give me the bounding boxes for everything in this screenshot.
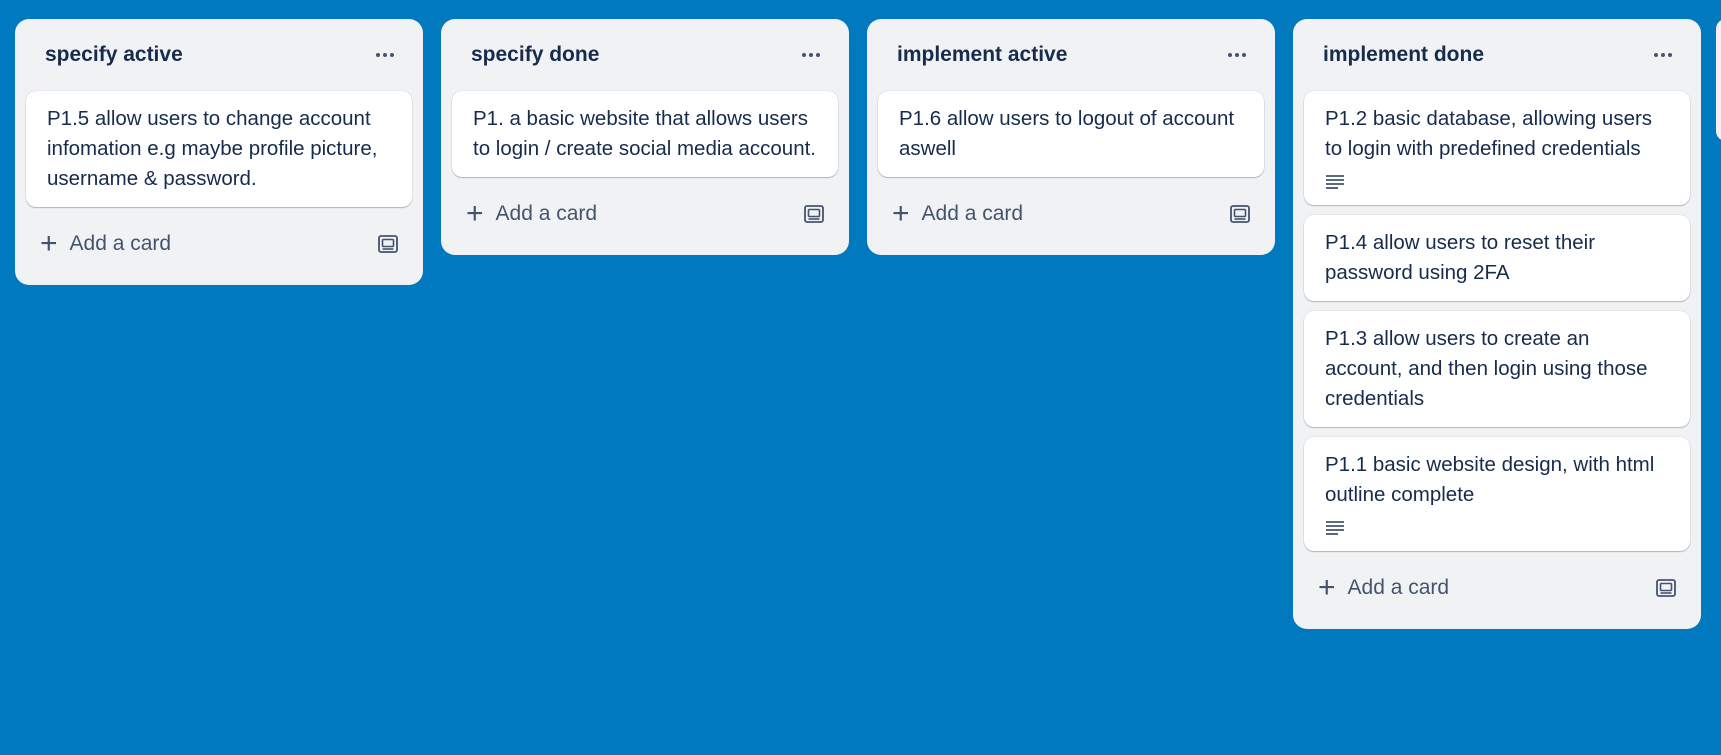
add-card-button[interactable]: + Add a card <box>40 229 171 259</box>
ellipsis-icon <box>1654 53 1672 57</box>
card-title: P1.3 allow users to create an account, a… <box>1325 327 1648 410</box>
description-icon <box>1326 521 1344 535</box>
card-title: P1.6 allow users to logout of account as… <box>899 107 1235 160</box>
add-card-button[interactable]: + Add a card <box>892 199 1023 229</box>
card-title: P1.4 allow users to reset their password… <box>1325 231 1596 284</box>
card[interactable]: P1.3 allow users to create an account, a… <box>1304 311 1690 427</box>
add-card-label: Add a card <box>69 232 172 255</box>
list-header[interactable]: specify done <box>452 19 838 91</box>
list-title[interactable]: implement done <box>1323 43 1484 67</box>
card-list: P1. a basic website that allows users to… <box>452 91 838 177</box>
list-header[interactable]: implement done <box>1304 19 1690 91</box>
plus-icon: + <box>40 227 58 260</box>
list-specify-active: specify active P1.5 allow users to chang… <box>15 19 423 285</box>
ellipsis-icon <box>376 53 394 57</box>
card[interactable]: P1.4 allow users to reset their password… <box>1304 215 1690 301</box>
plus-icon: + <box>892 197 910 230</box>
list-header[interactable]: implement active <box>878 19 1264 91</box>
card-list: P1.5 allow users to change account infom… <box>26 91 412 207</box>
list-implement-active: implement active P1.6 allow users to log… <box>867 19 1275 255</box>
plus-icon: + <box>466 197 484 230</box>
card-title: P1.1 basic website design, with html out… <box>1325 453 1655 506</box>
ellipsis-icon <box>802 53 820 57</box>
card-template-icon[interactable] <box>1230 205 1250 223</box>
list-footer: + Add a card <box>452 185 838 243</box>
card-title: P1.5 allow users to change account infom… <box>47 107 378 190</box>
list-menu-button[interactable] <box>794 38 828 72</box>
add-card-button[interactable]: + Add a card <box>1318 573 1449 603</box>
card-template-icon[interactable] <box>378 235 398 253</box>
card-title: P1. a basic website that allows users to… <box>473 107 816 160</box>
card[interactable]: P1.5 allow users to change account infom… <box>26 91 412 207</box>
list-menu-button[interactable] <box>1646 38 1680 72</box>
card[interactable]: P1.1 basic website design, with html out… <box>1304 437 1690 551</box>
card-list: P1.2 basic database, allowing users to l… <box>1304 91 1690 551</box>
list-title[interactable]: specify active <box>45 43 183 67</box>
list-menu-button[interactable] <box>368 38 402 72</box>
description-icon <box>1326 175 1344 189</box>
list-implement-done: implement done P1.2 basic database, allo… <box>1293 19 1701 629</box>
card[interactable]: P1. a basic website that allows users to… <box>452 91 838 177</box>
add-card-button[interactable]: + Add a card <box>466 199 597 229</box>
card-template-icon[interactable] <box>1656 579 1676 597</box>
card-template-icon[interactable] <box>804 205 824 223</box>
add-card-label: Add a card <box>921 202 1024 225</box>
add-card-label: Add a card <box>495 202 598 225</box>
list-menu-button[interactable] <box>1220 38 1254 72</box>
list-footer: + Add a card <box>1304 559 1690 617</box>
card-title: P1.2 basic database, allowing users to l… <box>1325 107 1653 160</box>
list-title[interactable]: specify done <box>471 43 599 67</box>
list-footer: + Add a card <box>878 185 1264 243</box>
list-specify-done: specify done P1. a basic website that al… <box>441 19 849 255</box>
card[interactable]: P1.2 basic database, allowing users to l… <box>1304 91 1690 205</box>
card[interactable]: P1.6 allow users to logout of account as… <box>878 91 1264 177</box>
board-canvas: specify active P1.5 allow users to chang… <box>15 19 1701 629</box>
add-another-list-edge[interactable] <box>1716 19 1721 141</box>
list-footer: + Add a card <box>26 215 412 273</box>
plus-icon: + <box>1318 571 1336 604</box>
card-list: P1.6 allow users to logout of account as… <box>878 91 1264 177</box>
list-title[interactable]: implement active <box>897 43 1067 67</box>
list-header[interactable]: specify active <box>26 19 412 91</box>
ellipsis-icon <box>1228 53 1246 57</box>
add-card-label: Add a card <box>1347 576 1450 599</box>
